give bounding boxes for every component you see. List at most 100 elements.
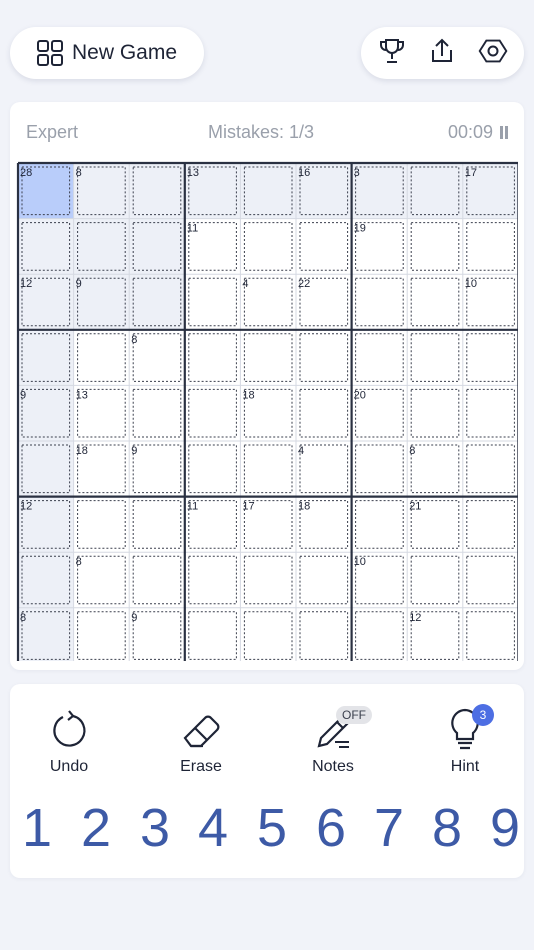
grid-cell[interactable]	[407, 218, 463, 275]
grid-cell[interactable]	[129, 163, 185, 219]
grid-cell[interactable]	[351, 607, 408, 661]
sudoku-grid[interactable]: 28 8 13 16 3 17 11 19 12 9 4 22 10 8 9 13 18 20 18 9 4 8 12 11 1…	[16, 161, 518, 661]
grid-cell[interactable]	[184, 274, 241, 330]
grid-cell[interactable]	[407, 441, 463, 497]
grid-cell[interactable]	[240, 329, 296, 386]
grid-cell[interactable]	[462, 441, 518, 497]
grid-cell[interactable]	[240, 274, 296, 330]
grid-cell[interactable]	[407, 329, 463, 386]
grid-cell[interactable]	[462, 607, 518, 661]
timer[interactable]: 00:09	[448, 122, 508, 143]
cage-sum: 8	[76, 167, 82, 179]
grid-cell[interactable]	[296, 385, 352, 441]
grid-cell[interactable]	[18, 441, 74, 497]
grid-cell[interactable]	[407, 163, 463, 219]
grid-cell[interactable]	[18, 385, 74, 441]
hint-count-badge: 3	[472, 704, 494, 726]
cage-sum: 12	[20, 501, 32, 513]
undo-button[interactable]: Undo	[24, 704, 114, 776]
cage-sum: 17	[465, 167, 477, 179]
grid-cell[interactable]	[296, 329, 352, 386]
grid-cell[interactable]	[240, 218, 296, 275]
cage-sum: 9	[131, 445, 137, 457]
grid-cell[interactable]	[462, 552, 518, 608]
grid-cell[interactable]	[407, 552, 463, 608]
number-button-5[interactable]: 5	[247, 797, 297, 859]
grid-cell[interactable]	[18, 607, 74, 661]
grid-cell[interactable]	[129, 552, 185, 608]
number-button-1[interactable]: 1	[12, 797, 62, 859]
grid-cell[interactable]	[129, 274, 185, 330]
grid-cell[interactable]	[351, 163, 408, 219]
number-button-9[interactable]: 9	[480, 797, 530, 859]
trophy-icon[interactable]	[377, 36, 407, 71]
grid-cell[interactable]	[240, 552, 296, 608]
new-game-button[interactable]: New Game	[10, 27, 204, 79]
notes-button[interactable]: OFF Notes	[288, 704, 378, 776]
grid-cell[interactable]	[73, 218, 130, 275]
grid-cell[interactable]	[351, 329, 408, 386]
grid-cell[interactable]	[184, 607, 241, 661]
cage-sum: 13	[187, 167, 199, 179]
controls-card: Undo Erase OFF Notes 3 Hint 1 2 3 4 5 6 …	[10, 684, 524, 878]
erase-button[interactable]: Erase	[156, 704, 246, 776]
grid-cell[interactable]	[462, 218, 518, 275]
grid-cell[interactable]	[351, 274, 408, 330]
grid-cell[interactable]	[18, 329, 74, 386]
cage-sum: 18	[76, 445, 88, 457]
number-button-6[interactable]: 6	[306, 797, 356, 859]
cage-sum: 10	[354, 556, 366, 568]
notes-label: Notes	[312, 758, 354, 775]
number-button-2[interactable]: 2	[71, 797, 121, 859]
grid-cell[interactable]	[462, 329, 518, 386]
grid-cell[interactable]	[462, 496, 518, 553]
grid-cell[interactable]	[240, 607, 296, 661]
grid-cell[interactable]	[18, 552, 74, 608]
grid-cell[interactable]	[240, 441, 296, 497]
grid-cell[interactable]	[407, 274, 463, 330]
pause-icon[interactable]	[500, 126, 508, 139]
grid-cell[interactable]	[73, 552, 130, 608]
grid-cell[interactable]	[296, 552, 352, 608]
notes-state-badge: OFF	[336, 706, 372, 724]
share-icon[interactable]	[427, 36, 457, 71]
grid-cell[interactable]	[240, 163, 296, 219]
grid-cell[interactable]	[129, 441, 185, 497]
grid-cell[interactable]	[184, 329, 241, 386]
grid-cell[interactable]	[184, 385, 241, 441]
grid-cell[interactable]	[73, 496, 130, 553]
grid-cell[interactable]	[129, 496, 185, 553]
grid-cell[interactable]	[73, 274, 130, 330]
grid-cell[interactable]	[73, 329, 130, 386]
grid-cell[interactable]	[296, 218, 352, 275]
cage-sum: 17	[242, 501, 254, 513]
grid-cell[interactable]	[407, 385, 463, 441]
grid-cell[interactable]	[184, 441, 241, 497]
grid-cell[interactable]	[73, 607, 130, 661]
number-button-4[interactable]: 4	[188, 797, 238, 859]
grid-cell[interactable]	[184, 552, 241, 608]
settings-icon[interactable]	[478, 36, 508, 71]
cage-sum: 4	[242, 278, 248, 290]
cage-sum: 13	[76, 389, 88, 401]
cage-sum: 11	[187, 501, 198, 513]
cage-sum: 3	[354, 167, 360, 179]
grid-cell[interactable]	[73, 163, 130, 219]
number-button-3[interactable]: 3	[130, 797, 180, 859]
grid-cell[interactable]	[129, 329, 185, 386]
number-button-8[interactable]: 8	[422, 797, 472, 859]
grid-cell[interactable]	[18, 218, 74, 275]
eraser-icon	[183, 715, 220, 748]
grid-cell[interactable]	[462, 385, 518, 441]
grid-cell[interactable]	[129, 385, 185, 441]
grid-cell[interactable]	[129, 607, 185, 661]
hint-button[interactable]: 3 Hint	[420, 704, 510, 776]
grid-cell[interactable]	[351, 496, 408, 553]
difficulty-label: Expert	[26, 122, 79, 142]
grid-cell[interactable]	[351, 441, 408, 497]
number-button-7[interactable]: 7	[364, 797, 414, 859]
grid-cell[interactable]	[129, 218, 185, 275]
grid-cell[interactable]	[296, 441, 352, 497]
cage-sum: 4	[298, 445, 304, 457]
grid-cell[interactable]	[296, 607, 352, 661]
